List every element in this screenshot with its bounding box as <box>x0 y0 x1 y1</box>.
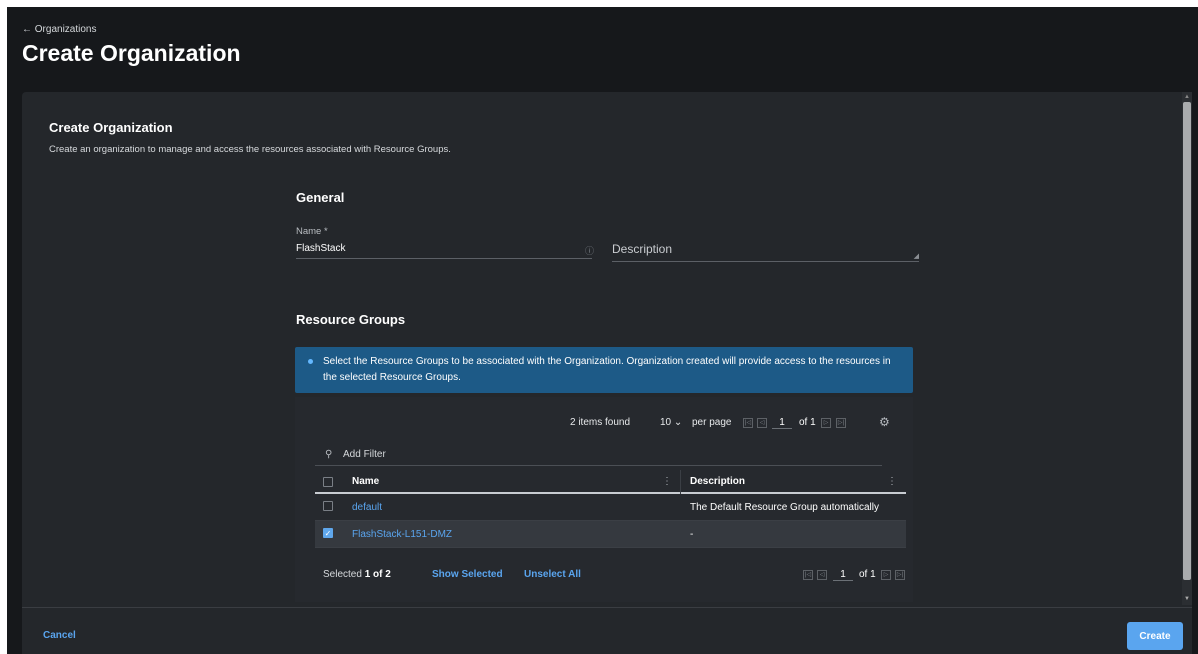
per-page-select[interactable]: 10 ⌄ <box>660 417 682 428</box>
first-page-icon[interactable]: |◁ <box>743 418 753 428</box>
info-icon[interactable]: ⓘ <box>585 244 594 257</box>
back-to-organizations-link[interactable]: ← Organizations <box>22 24 96 35</box>
create-organization-panel: ▲ ▼ Create Organization Create an organi… <box>22 92 1192 654</box>
gear-icon[interactable]: ⚙ <box>879 416 891 428</box>
per-page-label: per page <box>692 417 732 428</box>
selected-count: Selected 1 of 2 <box>323 569 391 580</box>
resource-group-name-link[interactable]: FlashStack-L151-DMZ <box>352 529 452 540</box>
resource-group-description: The Default Resource Group automatically <box>690 502 879 513</box>
next-page-icon[interactable]: ▷ <box>881 570 891 580</box>
resource-groups-heading: Resource Groups <box>296 312 406 327</box>
add-filter-input[interactable]: ⚲ Add Filter <box>315 446 882 466</box>
items-found-count: 2 items found <box>570 417 631 428</box>
page-header: ← Organizations Create Organization <box>7 7 1198 92</box>
show-selected-button[interactable]: Show Selected <box>432 569 503 580</box>
name-label: Name * <box>296 226 328 237</box>
column-header-name[interactable]: Name <box>352 476 379 487</box>
resource-group-name-link[interactable]: default <box>352 502 382 513</box>
description-input[interactable]: Description ◢ <box>612 242 919 262</box>
row-checkbox[interactable] <box>323 501 333 511</box>
scroll-up-arrow-icon[interactable]: ▲ <box>1183 93 1191 101</box>
sort-icon[interactable]: ⋮ <box>662 476 672 487</box>
first-page-icon[interactable]: |◁ <box>803 570 813 580</box>
page-of-label: of 1 <box>799 417 816 428</box>
filter-placeholder: Add Filter <box>343 449 386 460</box>
info-dot-icon <box>308 359 313 364</box>
form-footer: Cancel Create <box>22 607 1192 654</box>
table-row[interactable]: default The Default Resource Group autom… <box>315 494 906 521</box>
table-header: Name ⋮ Description ⋮ <box>315 470 906 494</box>
general-heading: General <box>296 190 345 205</box>
create-button[interactable]: Create <box>1127 622 1183 650</box>
unselect-all-button[interactable]: Unselect All <box>524 569 581 580</box>
last-page-icon[interactable]: ▷| <box>895 570 905 580</box>
scrollbar-thumb[interactable] <box>1183 102 1191 580</box>
section-subtitle: Create an organization to manage and acc… <box>49 144 451 155</box>
column-header-description[interactable]: Description <box>690 476 745 487</box>
sort-icon[interactable]: ⋮ <box>887 476 897 487</box>
app-window: ← Organizations Create Organization ▲ ▼ … <box>7 7 1198 654</box>
last-page-icon[interactable]: ▷| <box>836 418 846 428</box>
column-divider <box>680 470 681 494</box>
previous-page-icon[interactable]: ◁ <box>757 418 767 428</box>
section-title: Create Organization <box>49 120 173 135</box>
description-placeholder: Description <box>612 242 673 256</box>
next-page-icon[interactable]: ▷ <box>821 418 831 428</box>
row-checkbox-checked[interactable]: ✓ <box>323 528 333 538</box>
cancel-button[interactable]: Cancel <box>43 630 76 641</box>
resource-group-description: - <box>690 529 694 540</box>
bottom-page-number-input[interactable]: 1 <box>833 569 853 581</box>
selected-count-value: 1 of 2 <box>364 569 391 580</box>
selected-prefix: Selected <box>323 569 362 580</box>
previous-page-icon[interactable]: ◁ <box>817 570 827 580</box>
name-input[interactable]: FlashStack <box>296 243 592 259</box>
resource-groups-table-card: 2 items found 10 ⌄ per page |◁ ◁ 1 of 1 … <box>295 397 913 602</box>
vertical-scrollbar[interactable]: ▲ ▼ <box>1182 92 1192 605</box>
scroll-down-arrow-icon[interactable]: ▼ <box>1183 595 1191 603</box>
page-title: Create Organization <box>22 40 241 66</box>
resource-groups-table: Name ⋮ Description ⋮ default The Default… <box>315 470 906 548</box>
info-banner: Select the Resource Groups to be associa… <box>295 347 913 393</box>
page-number-input[interactable]: 1 <box>772 417 792 429</box>
select-all-checkbox[interactable] <box>323 477 333 487</box>
bottom-page-of-label: of 1 <box>859 569 876 580</box>
table-row[interactable]: ✓ FlashStack-L151-DMZ - <box>315 521 906 548</box>
resize-handle-icon[interactable]: ◢ <box>914 252 919 260</box>
info-banner-text: Select the Resource Groups to be associa… <box>323 356 891 383</box>
search-icon: ⚲ <box>325 449 333 460</box>
